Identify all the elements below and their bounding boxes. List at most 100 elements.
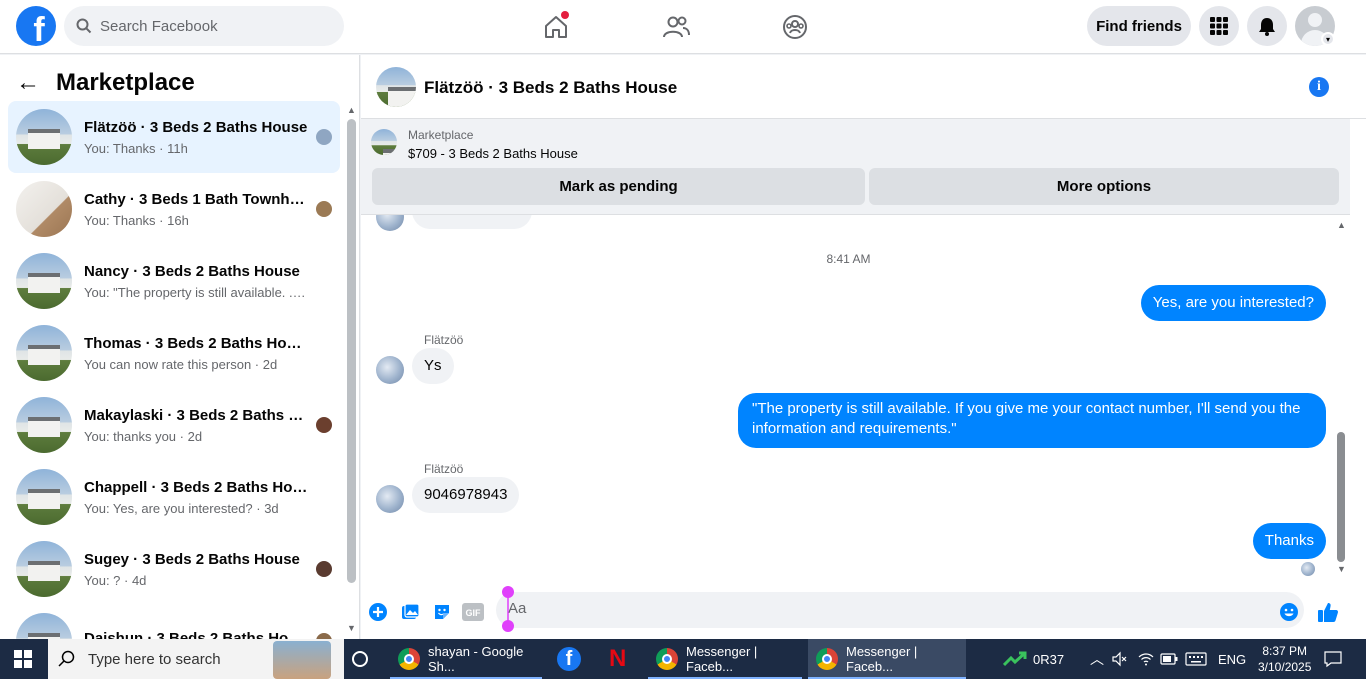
- sender-avatar: [376, 215, 404, 231]
- conversation-text: Daishun · 3 Beds 2 Baths House: [84, 630, 309, 639]
- listing-thumbnail: [16, 469, 72, 525]
- windows-start-icon[interactable]: [14, 650, 32, 673]
- conversation-item[interactable]: Nancy · 3 Beds 2 Baths House You: "The pr…: [8, 245, 340, 317]
- conversation-text: Nancy · 3 Beds 2 Baths House You: "The pr…: [84, 263, 309, 300]
- sender-name: Flätzöö: [424, 333, 464, 347]
- conversation-item[interactable]: Makaylaski · 3 Beds 2 Baths H... You: tha…: [8, 389, 340, 461]
- listing-thumbnail[interactable]: [376, 67, 416, 107]
- battery-icon[interactable]: [1160, 639, 1178, 679]
- wifi-icon[interactable]: [1138, 639, 1154, 679]
- search-input[interactable]: [100, 17, 320, 35]
- seen-indicator-avatar: [1301, 562, 1315, 576]
- message-input[interactable]: [508, 600, 1258, 617]
- svg-text:GIF: GIF: [466, 608, 482, 618]
- conversation-preview-text: You: Thanks · 16h: [84, 212, 189, 228]
- listing-thumbnail: [16, 253, 72, 309]
- search-box[interactable]: [64, 6, 344, 46]
- chrome-icon: [398, 648, 420, 670]
- conversation-name: Nancy · 3 Beds 2 Baths House: [84, 262, 300, 280]
- info-icon[interactable]: i: [1309, 77, 1329, 97]
- chat-scroll-up-arrow[interactable]: ▲: [1337, 220, 1346, 230]
- listing-thumbnail: [16, 325, 72, 381]
- sticker-icon[interactable]: [431, 601, 453, 623]
- photo-icon[interactable]: [399, 601, 421, 623]
- groups-icon[interactable]: [778, 10, 812, 44]
- listing-thumbnail: [16, 109, 72, 165]
- language-indicator[interactable]: ENG: [1218, 639, 1246, 679]
- sender-avatar[interactable]: [376, 356, 404, 384]
- conversation-item[interactable]: Cathy · 3 Beds 1 Bath Townho... You: Than…: [8, 173, 340, 245]
- taskbar-app-messenger-1[interactable]: Messenger | Faceb...: [648, 639, 802, 679]
- sidebar-scrollbar[interactable]: [347, 119, 356, 583]
- scroll-down-arrow[interactable]: ▼: [347, 623, 356, 633]
- sender-avatar[interactable]: [376, 485, 404, 513]
- back-arrow-icon[interactable]: ←: [16, 69, 46, 97]
- clock[interactable]: 8:37 PM 3/10/2025: [1258, 639, 1311, 679]
- search-highlight-image: [273, 641, 331, 679]
- volume-muted-icon[interactable]: [1112, 639, 1128, 679]
- message-bubble-partial: [412, 215, 532, 229]
- conversation-preview: You: Thanks · 11h: [84, 141, 309, 156]
- taskbar-app-facebook[interactable]: f: [557, 639, 587, 679]
- conversation-text: Thomas · 3 Beds 2 Baths House You can now…: [84, 335, 309, 372]
- conversation-item[interactable]: Sugey · 3 Beds 2 Baths House You: ? · 4d: [8, 533, 340, 605]
- listing-price[interactable]: $709 - 3 Beds 2 Baths House: [408, 146, 578, 161]
- task-view-icon[interactable]: [352, 651, 368, 667]
- conversation-item[interactable]: Flätzöö · 3 Beds 2 Baths House You: Thank…: [8, 101, 340, 173]
- bell-icon[interactable]: [1247, 6, 1287, 46]
- conversation-text: Chappell · 3 Beds 2 Baths House You: Yes,…: [84, 479, 309, 516]
- conversation-name: Makaylaski · 3 Beds 2 Baths H...: [84, 406, 309, 424]
- outgoing-message[interactable]: Yes, are you interested?: [1140, 285, 1326, 321]
- conversation-name: Flätzöö · 3 Beds 2 Baths House: [84, 118, 308, 136]
- incoming-message[interactable]: 9046978943: [412, 477, 520, 513]
- chat-scroll-down-arrow[interactable]: ▼: [1337, 564, 1346, 574]
- conversation-name: Sugey · 3 Beds 2 Baths House: [84, 550, 300, 568]
- taskbar-app-chrome-sheets[interactable]: shayan - Google Sh...: [390, 639, 542, 679]
- thumbs-up-icon[interactable]: [1317, 601, 1339, 623]
- listing-mini-thumbnail[interactable]: [371, 129, 397, 155]
- chrome-icon: [656, 648, 678, 670]
- conversation-item[interactable]: Thomas · 3 Beds 2 Baths House You can now…: [8, 317, 340, 389]
- message-input-box[interactable]: [496, 592, 1304, 628]
- text-cursor-handle: [502, 586, 514, 632]
- conversation-preview: You: "The property is still available. .…: [84, 285, 309, 300]
- chat-panel: Flätzöö · 3 Beds 2 Baths House i Marketp…: [361, 55, 1366, 639]
- chevron-up-icon[interactable]: ︿: [1090, 639, 1104, 679]
- conversation-text: Cathy · 3 Beds 1 Bath Townho... You: Than…: [84, 191, 309, 228]
- find-friends-button[interactable]: Find friends: [1087, 6, 1191, 46]
- taskbar-app-messenger-2[interactable]: Messenger | Faceb...: [808, 639, 966, 679]
- conversation-preview: You: Yes, are you interested? · 3d: [84, 501, 309, 516]
- conversation-item[interactable]: Chappell · 3 Beds 2 Baths House You: Yes,…: [8, 461, 340, 533]
- chat-title[interactable]: Flätzöö · 3 Beds 2 Baths House: [424, 78, 677, 98]
- conversation-name: Thomas · 3 Beds 2 Baths House: [84, 334, 309, 352]
- stock-widget[interactable]: 0R37: [1003, 639, 1064, 679]
- sender-name: Flätzöö: [424, 462, 464, 476]
- taskbar-search-input[interactable]: [88, 650, 288, 668]
- mark-as-pending-button[interactable]: Mark as pending: [372, 168, 865, 205]
- conversation-item[interactable]: Daishun · 3 Beds 2 Baths House: [8, 605, 340, 639]
- menu-grid-icon[interactable]: [1199, 6, 1239, 46]
- emoji-icon[interactable]: [1278, 601, 1300, 623]
- conversation-preview-text: You: "The property is still available. .…: [84, 284, 300, 300]
- conversation-preview-text: You: thanks you · 2d: [84, 428, 203, 444]
- gif-icon[interactable]: GIF: [462, 601, 484, 623]
- more-options-button[interactable]: More options: [869, 168, 1339, 205]
- stock-up-icon: [1003, 651, 1027, 667]
- outgoing-message[interactable]: "The property is still available. If you…: [738, 393, 1326, 448]
- scroll-up-arrow[interactable]: ▲: [347, 105, 356, 115]
- search-icon: [58, 650, 75, 667]
- taskbar-search[interactable]: [48, 639, 344, 679]
- conversation-name: Cathy · 3 Beds 1 Bath Townho...: [84, 190, 309, 208]
- plus-icon[interactable]: [367, 601, 389, 623]
- facebook-logo[interactable]: f: [16, 6, 56, 46]
- taskbar-app-netflix[interactable]: N: [609, 639, 633, 679]
- outgoing-message[interactable]: Thanks: [1252, 523, 1326, 559]
- home-icon[interactable]: [539, 10, 573, 44]
- message-thread: 8:41 AM Yes, are you interested? Flätzöö…: [361, 215, 1350, 590]
- chat-scrollbar[interactable]: [1337, 432, 1345, 562]
- keyboard-icon[interactable]: [1185, 639, 1207, 679]
- incoming-message[interactable]: Ys: [412, 348, 454, 384]
- friends-icon[interactable]: [659, 10, 693, 44]
- chevron-down-icon[interactable]: ▾: [1321, 32, 1335, 46]
- notification-center-icon[interactable]: [1324, 639, 1342, 679]
